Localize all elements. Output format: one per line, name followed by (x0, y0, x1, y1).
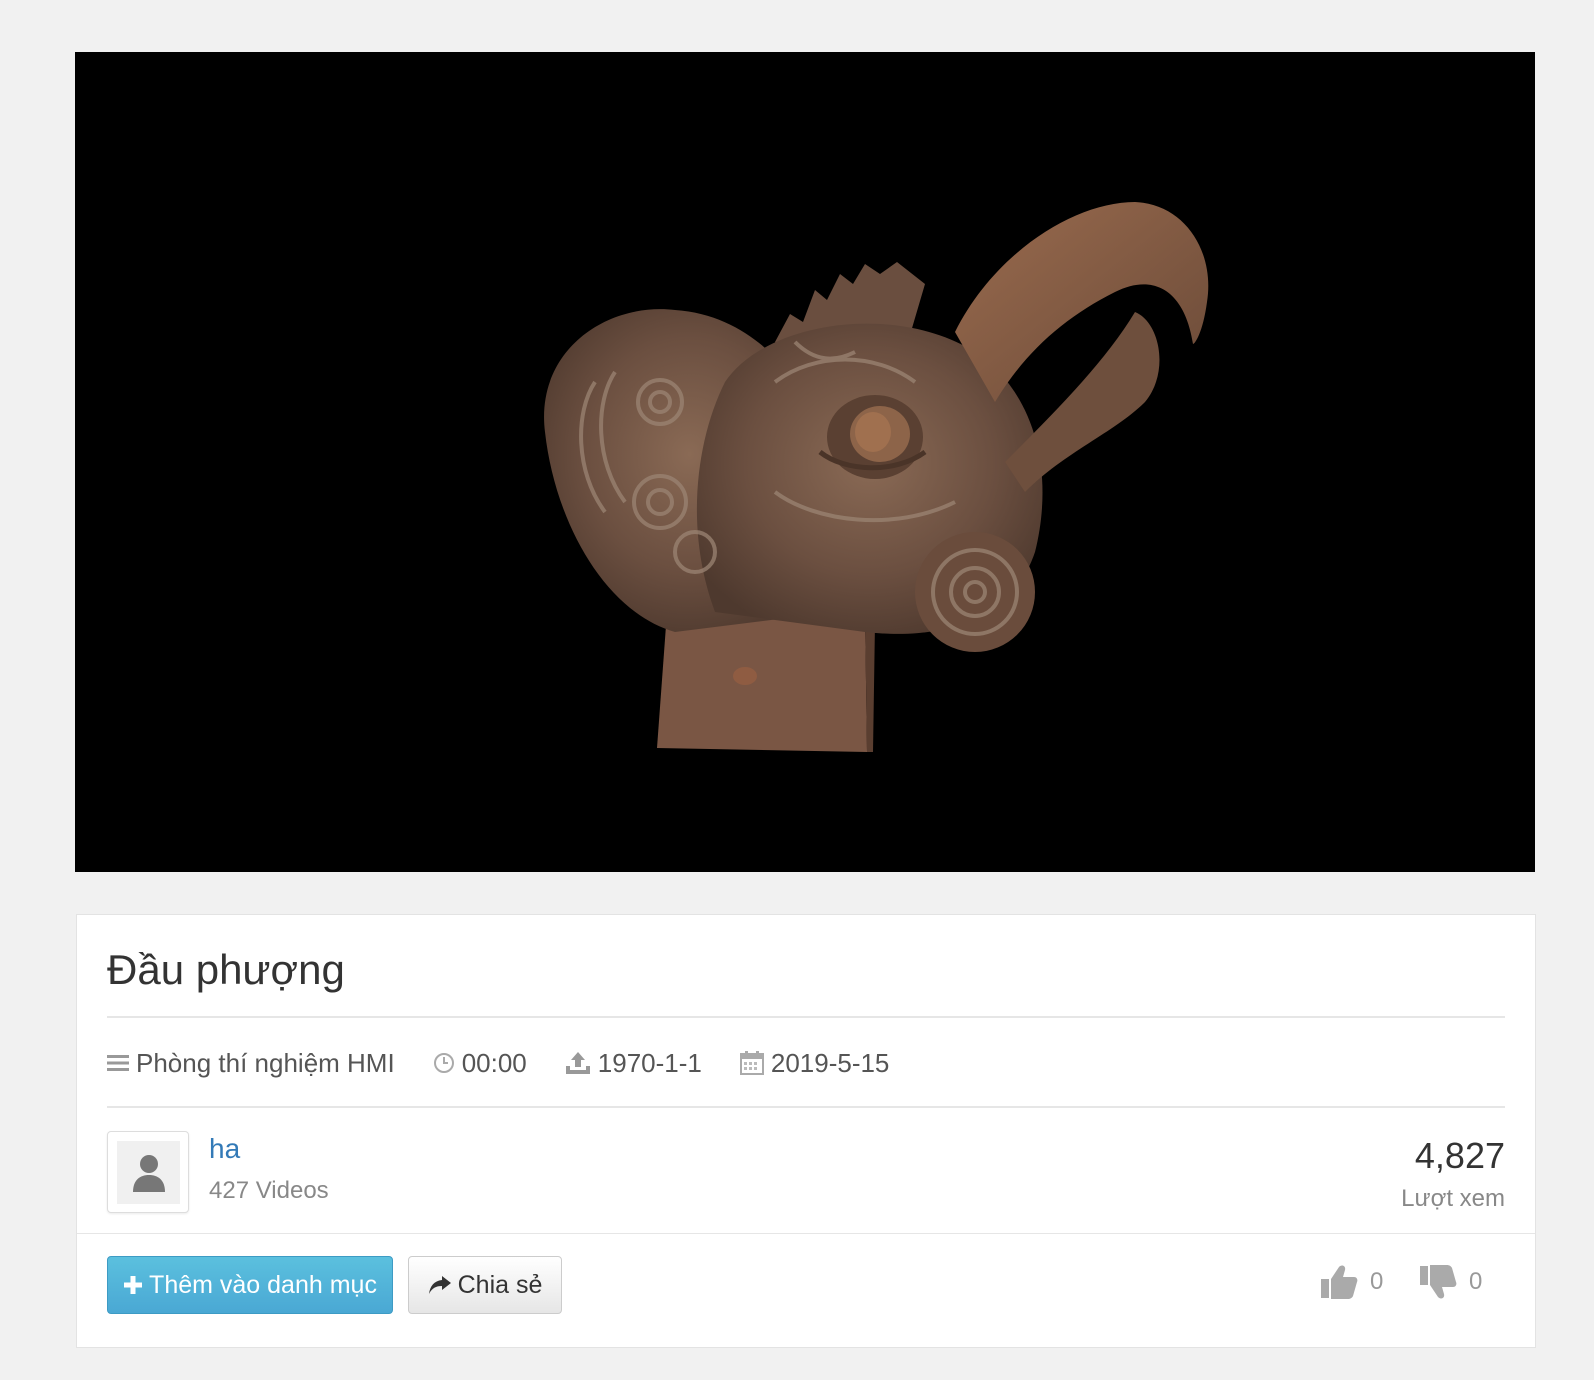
category-label: Phòng thí nghiệm HMI (136, 1047, 395, 1078)
add-to-playlist-button[interactable]: Thêm vào danh mục (107, 1256, 393, 1314)
duration-label: 00:00 (461, 1047, 527, 1078)
author-link[interactable]: ha (209, 1133, 240, 1165)
meta-uploaded: 1970-1-1 (565, 1048, 702, 1079)
share-button[interactable]: Chia sẻ (408, 1256, 562, 1314)
phoenix-head-artifact-image (544, 202, 1209, 752)
clock-icon (433, 1052, 455, 1074)
date-label: 2019-5-15 (770, 1047, 890, 1078)
view-count-label: Lượt xem (1401, 1185, 1505, 1212)
view-count: 4,827 (1414, 1135, 1505, 1176)
add-to-playlist-label: Thêm vào danh mục (149, 1270, 377, 1299)
like-button[interactable]: 0 (1320, 1263, 1383, 1301)
meta-duration: 00:00 (433, 1048, 527, 1079)
thumbs-up-icon (1320, 1263, 1358, 1301)
divider (77, 1233, 1535, 1234)
author-video-count: 427 Videos (209, 1177, 329, 1204)
share-label: Chia sẻ (457, 1270, 543, 1299)
divider (107, 1106, 1505, 1108)
like-count: 0 (1370, 1268, 1384, 1295)
video-player[interactable] (75, 52, 1535, 872)
thumbs-down-icon (1419, 1263, 1457, 1301)
meta-category[interactable]: Phòng thí nghiệm HMI (107, 1048, 395, 1079)
dislike-count: 0 (1469, 1268, 1483, 1295)
video-title: Đầu phượng (107, 946, 345, 993)
list-icon (107, 1053, 129, 1073)
avatar[interactable] (107, 1131, 189, 1213)
video-meta: Phòng thí nghiệm HMI 00:00 1970-1-1 2019… (107, 1043, 927, 1083)
dislike-button[interactable]: 0 (1419, 1263, 1482, 1301)
calendar-icon (739, 1051, 764, 1075)
user-icon (117, 1141, 180, 1204)
uploaded-label: 1970-1-1 (597, 1047, 702, 1078)
share-icon (428, 1275, 452, 1295)
video-info-panel: Đầu phượng Phòng thí nghiệm HMI 00:00 19… (76, 914, 1536, 1348)
meta-date: 2019-5-15 (739, 1047, 890, 1079)
upload-icon (565, 1051, 591, 1075)
plus-icon (123, 1275, 143, 1295)
divider (107, 1016, 1505, 1018)
